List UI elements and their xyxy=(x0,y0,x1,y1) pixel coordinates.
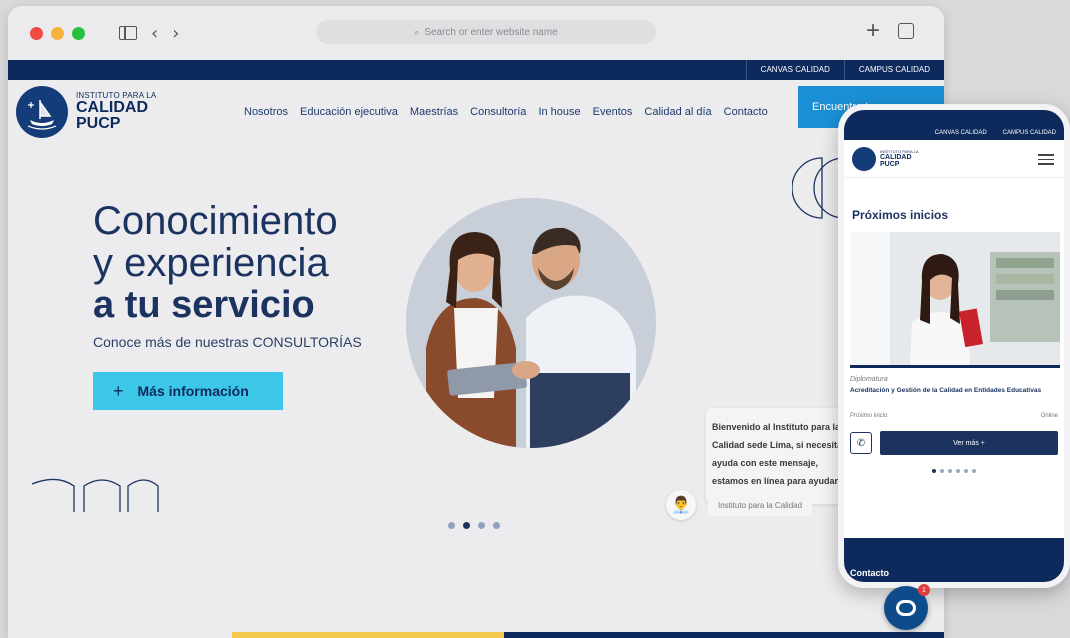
nav-menu: Nosotros Educación ejecutiva Maestrías C… xyxy=(244,106,768,118)
agent-name: Instituto para la Calidad xyxy=(708,494,813,516)
hero-photo xyxy=(406,198,656,448)
chat-agent: 👨‍💼 Instituto para la Calidad xyxy=(666,490,813,520)
utility-bar: CANVAS CALIDAD CAMPUS CALIDAD xyxy=(8,60,944,80)
more-info-button[interactable]: + Más información xyxy=(93,372,283,410)
carousel-dot[interactable] xyxy=(448,522,455,529)
mobile-logo-line-2: CALIDAD xyxy=(880,153,912,161)
main-nav: INSTITUTO PARA LA CALIDAD PUCP Nosotros … xyxy=(8,80,944,144)
mobile-logo-emblem-icon[interactable] xyxy=(852,146,876,171)
browser-window: ‹ › ⌕ Search or enter website name + CAN… xyxy=(8,6,944,638)
logo-line-3: PUCP xyxy=(76,115,121,132)
nav-item-maestrias[interactable]: Maestrías xyxy=(410,106,458,118)
mobile-carousel-dot[interactable] xyxy=(940,469,944,473)
address-bar[interactable]: ⌕ Search or enter website name xyxy=(316,20,656,44)
minimize-window-button[interactable] xyxy=(51,26,64,40)
mobile-mockup: CANVAS CALIDAD CAMPUS CALIDAD INSTITUTO … xyxy=(838,104,1070,588)
nav-item-educacion-ejecutiva[interactable]: Educación ejecutiva xyxy=(300,106,398,118)
mobile-carousel-dot[interactable] xyxy=(964,469,968,473)
browser-toolbar: ‹ › ⌕ Search or enter website name + xyxy=(8,6,944,60)
more-info-label: Más información xyxy=(137,383,249,399)
maximize-window-button[interactable] xyxy=(72,26,85,40)
close-window-button[interactable] xyxy=(30,26,43,40)
logo-emblem-icon xyxy=(16,86,68,138)
mobile-nav: INSTITUTO PARA LA CALIDAD PUCP xyxy=(844,140,1064,178)
chat-launcher-button[interactable]: 1 xyxy=(884,584,930,630)
hero-line-3: a tu servicio xyxy=(93,284,315,326)
logo-line-2: CALIDAD xyxy=(76,99,148,116)
nav-item-consultoria[interactable]: Consultoría xyxy=(470,106,526,118)
mobile-carousel-dot[interactable] xyxy=(948,469,952,473)
modality-label: Online xyxy=(1040,413,1058,419)
nav-item-eventos[interactable]: Eventos xyxy=(593,106,633,118)
hero-carousel-dots xyxy=(448,522,500,529)
site-logo[interactable]: INSTITUTO PARA LA CALIDAD PUCP xyxy=(16,86,156,138)
carousel-dot[interactable] xyxy=(478,522,485,529)
mobile-logo-line-3: PUCP xyxy=(880,160,900,168)
sidebar-toggle-icon[interactable] xyxy=(119,26,137,40)
forward-icon[interactable]: › xyxy=(172,23,179,44)
hero-headline: Conocimiento y experiencia a tu servicio xyxy=(93,200,338,326)
course-title: Acreditación y Gestión de la Calidad en … xyxy=(850,387,1042,394)
nav-item-nosotros[interactable]: Nosotros xyxy=(244,106,288,118)
course-type: Diplomatura xyxy=(850,376,888,383)
campus-calidad-link[interactable]: CAMPUS CALIDAD xyxy=(843,60,944,80)
bottom-color-stripe xyxy=(8,632,944,638)
hero-line-1: Conocimiento xyxy=(93,199,338,243)
carousel-dot-active[interactable] xyxy=(463,522,470,529)
back-icon[interactable]: ‹ xyxy=(151,23,158,44)
whatsapp-icon[interactable]: ✆ xyxy=(850,432,872,454)
new-tab-icon[interactable]: + xyxy=(866,19,880,43)
search-icon: ⌕ xyxy=(414,26,420,37)
hamburger-menu-icon[interactable] xyxy=(1038,154,1054,168)
mobile-carousel-dot[interactable] xyxy=(972,469,976,473)
address-placeholder: Search or enter website name xyxy=(424,26,558,38)
mobile-carousel-dot[interactable] xyxy=(956,469,960,473)
upcoming-title: Próximos inicios xyxy=(852,208,949,222)
mobile-contact-label: Contacto xyxy=(850,568,889,578)
carousel-dot[interactable] xyxy=(493,522,500,529)
start-label: Próximo inicio xyxy=(850,413,888,419)
mobile-canvas-link[interactable]: CANVAS CALIDAD xyxy=(927,130,995,136)
mobile-carousel-dots xyxy=(844,469,1064,473)
mobile-utility-bar: CANVAS CALIDAD CAMPUS CALIDAD xyxy=(844,110,1064,140)
tabs-overview-icon[interactable] xyxy=(898,19,918,39)
course-actions: ✆ Ver más + xyxy=(850,431,1064,455)
plus-icon: + xyxy=(113,380,124,401)
mobile-carousel-dot-active[interactable] xyxy=(932,469,936,473)
chat-bubble-icon xyxy=(896,600,916,616)
canvas-calidad-link[interactable]: CANVAS CALIDAD xyxy=(745,60,844,80)
mobile-logo-line-1: INSTITUTO PARA LA xyxy=(880,148,919,154)
course-photo xyxy=(850,232,1060,368)
see-more-button[interactable]: Ver más + xyxy=(880,431,1058,455)
course-meta: Próximo inicio Online xyxy=(850,413,1058,419)
hero-subtitle: Conoce más de nuestras CONSULTORÍAS xyxy=(93,334,362,350)
hero-section: Conocimiento y experiencia a tu servicio… xyxy=(8,144,944,618)
hero-line-2: y experiencia xyxy=(93,241,329,285)
nav-item-in-house[interactable]: In house xyxy=(538,106,580,118)
agent-avatar: 👨‍💼 xyxy=(666,490,696,520)
nav-item-contacto[interactable]: Contacto xyxy=(724,106,768,118)
mobile-campus-link[interactable]: CAMPUS CALIDAD xyxy=(995,130,1064,136)
decorative-arcs xyxy=(32,478,159,512)
mobile-footer: Contacto xyxy=(844,538,1064,582)
nav-item-calidad-al-dia[interactable]: Calidad al día xyxy=(644,106,711,118)
unread-badge: 1 xyxy=(918,584,930,596)
